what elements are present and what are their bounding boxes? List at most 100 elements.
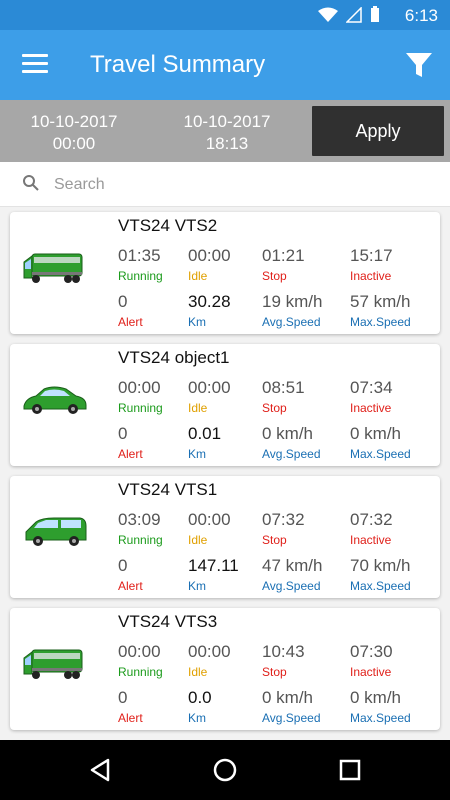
stop-duration: 01:21 Stop: [262, 246, 305, 283]
vehicle-name: VTS24 object1: [118, 348, 230, 367]
alert-count: 0 Alert: [118, 424, 143, 461]
running-duration-value: 00:00: [118, 642, 161, 661]
vehicle-name: VTS24 VTS2: [118, 216, 218, 235]
filter-funnel-icon[interactable]: [404, 50, 434, 80]
signal-icon: [346, 6, 362, 23]
max-speed: 57 km/h Max.Speed: [350, 292, 411, 329]
inactive-duration: 07:32 Inactive: [350, 510, 393, 547]
stop-duration-label: Stop: [262, 269, 287, 283]
idle-duration: 00:00 Idle: [188, 378, 231, 415]
alert-count-label: Alert: [118, 315, 143, 329]
to-time: 18:13: [205, 134, 249, 153]
inactive-duration-label: Inactive: [350, 401, 392, 415]
alert-count-value: 0: [118, 556, 128, 575]
idle-duration-label: Idle: [188, 401, 208, 415]
running-duration-value: 00:00: [118, 378, 161, 397]
idle-duration-value: 00:00: [188, 246, 231, 265]
app-bar: Travel Summary: [0, 30, 450, 100]
distance-km: 0.0 Km: [188, 688, 212, 725]
vehicle-van-icon: [20, 506, 90, 556]
alert-count: 0 Alert: [118, 688, 143, 725]
avg-speed-value: 47 km/h: [262, 556, 323, 575]
from-date: 10-10-2017: [30, 112, 118, 131]
running-duration-value: 01:35: [118, 246, 161, 265]
avg-speed: 0 km/h Avg.Speed: [262, 688, 321, 725]
max-speed-value: 57 km/h: [350, 292, 411, 311]
stop-duration-label: Stop: [262, 533, 287, 547]
avg-speed-label: Avg.Speed: [262, 447, 321, 461]
inactive-duration-value: 07:34: [350, 378, 393, 397]
stop-duration-label: Stop: [262, 401, 287, 415]
inactive-duration-value: 15:17: [350, 246, 393, 265]
running-duration: 00:00 Running: [118, 642, 163, 679]
avg-speed-value: 19 km/h: [262, 292, 323, 311]
search-bar: [0, 162, 450, 207]
to-date: 10-10-2017: [183, 112, 271, 131]
max-speed: 0 km/h Max.Speed: [350, 424, 411, 461]
running-duration-value: 03:09: [118, 510, 161, 529]
avg-speed: 19 km/h Avg.Speed: [262, 292, 322, 329]
distance-km-value: 0.0: [188, 688, 212, 707]
idle-duration: 00:00 Idle: [188, 510, 231, 547]
running-duration: 01:35 Running: [118, 246, 163, 283]
running-duration-label: Running: [118, 401, 163, 415]
alert-count-value: 0: [118, 688, 128, 707]
stop-duration: 08:51 Stop: [262, 378, 305, 415]
inactive-duration: 15:17 Inactive: [350, 246, 393, 283]
max-speed-label: Max.Speed: [350, 315, 411, 329]
idle-duration: 00:00 Idle: [188, 642, 231, 679]
running-duration-label: Running: [118, 269, 163, 283]
running-duration: 03:09 Running: [118, 510, 163, 547]
wifi-icon: [318, 7, 338, 22]
triangle-back-icon[interactable]: [84, 754, 116, 786]
search-input[interactable]: [52, 172, 416, 198]
stop-duration: 07:32 Stop: [262, 510, 305, 547]
idle-duration-label: Idle: [188, 269, 208, 283]
to-date-picker[interactable]: 10-10-2017 18:13: [162, 111, 292, 155]
distance-km-value: 147.11: [188, 556, 239, 575]
stop-duration-value: 10:43: [262, 642, 305, 661]
avg-speed-value: 0 km/h: [262, 688, 314, 707]
distance-km: 30.28 Km: [188, 292, 231, 329]
alert-count-value: 0: [118, 292, 128, 311]
inactive-duration-value: 07:32: [350, 510, 393, 529]
distance-km-value: 30.28: [188, 292, 231, 311]
system-nav-bar: [0, 740, 450, 800]
circle-home-icon[interactable]: [209, 754, 241, 786]
hamburger-icon[interactable]: [22, 54, 48, 74]
max-speed-value: 0 km/h: [350, 688, 402, 707]
vehicle-card[interactable]: VTS24 object1 00:00 Running 00:00 Idle 08:51 S…: [10, 344, 440, 466]
alert-count-label: Alert: [118, 711, 143, 725]
inactive-duration: 07:30 Inactive: [350, 642, 393, 679]
vehicle-card[interactable]: VTS24 VTS3 00:00 Running 00:00 Idle 10:43 Stop…: [10, 608, 440, 730]
vehicle-card[interactable]: VTS24 VTS1 03:09 Running 00:00 Idle 07:32 Stop…: [10, 476, 440, 598]
max-speed-label: Max.Speed: [350, 579, 411, 593]
idle-duration-label: Idle: [188, 533, 208, 547]
status-icons: [318, 6, 380, 23]
inactive-duration-label: Inactive: [350, 269, 392, 283]
stop-duration-value: 01:21: [262, 246, 305, 265]
vehicle-name: VTS24 VTS3: [118, 612, 218, 631]
apply-button[interactable]: Apply: [312, 106, 444, 156]
square-recents-icon[interactable]: [334, 754, 366, 786]
distance-km-value: 0.01: [188, 424, 222, 443]
idle-duration-label: Idle: [188, 665, 208, 679]
alert-count-label: Alert: [118, 579, 143, 593]
stop-duration-value: 08:51: [262, 378, 305, 397]
running-duration-label: Running: [118, 665, 163, 679]
inactive-duration-label: Inactive: [350, 665, 392, 679]
idle-duration-value: 00:00: [188, 642, 231, 661]
vehicle-card[interactable]: VTS24 VTS2 01:35 Running 00:00 Idle 01:21 Stop…: [10, 212, 440, 334]
from-date-picker[interactable]: 10-10-2017 00:00: [9, 111, 139, 155]
inactive-duration-label: Inactive: [350, 533, 392, 547]
idle-duration: 00:00 Idle: [188, 246, 231, 283]
stop-duration-label: Stop: [262, 665, 287, 679]
distance-km-label: Km: [188, 711, 206, 725]
distance-km-label: Km: [188, 315, 206, 329]
alert-count-label: Alert: [118, 447, 143, 461]
vehicle-bus-icon: [20, 638, 90, 688]
page-title: Travel Summary: [90, 51, 266, 78]
avg-speed: 47 km/h Avg.Speed: [262, 556, 322, 593]
max-speed-label: Max.Speed: [350, 711, 411, 725]
running-duration: 00:00 Running: [118, 378, 163, 415]
